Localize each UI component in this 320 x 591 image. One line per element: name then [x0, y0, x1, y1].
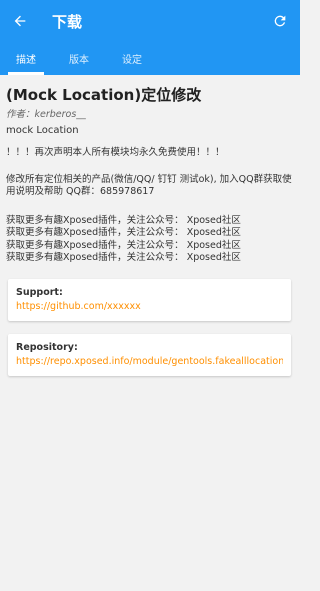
- author-name: kerberos__: [34, 109, 86, 120]
- page-title: 下载: [52, 13, 83, 31]
- app-bar: 下载 描述 版本 设定: [0, 0, 300, 75]
- tab-bar: 描述 版本 设定: [0, 42, 300, 75]
- promo-block: 获取更多有趣Xposed插件，关注公众号： Xposed社区 获取更多有趣Xpo…: [6, 215, 293, 265]
- repository-link[interactable]: https://repo.xposed.info/module/gentools…: [16, 356, 283, 367]
- back-button[interactable]: [6, 7, 34, 35]
- support-card: Support: https://github.com/xxxxxx: [8, 278, 291, 321]
- tab-versions[interactable]: 版本: [69, 42, 89, 75]
- tab-description[interactable]: 描述: [8, 42, 44, 75]
- promo-line: 获取更多有趣Xposed插件，关注公众号： Xposed社区: [6, 227, 241, 238]
- promo-line: 获取更多有趣Xposed插件，关注公众号： Xposed社区: [6, 252, 241, 263]
- tab-label: 描述: [16, 55, 36, 66]
- toolbar: 下载: [0, 0, 300, 42]
- support-link[interactable]: https://github.com/xxxxxx: [16, 301, 283, 312]
- author-prefix: 作者：: [6, 109, 35, 120]
- module-package: mock Location: [6, 125, 79, 136]
- tab-indicator: [8, 72, 44, 75]
- refresh-button[interactable]: [266, 7, 294, 35]
- promo-line: 获取更多有趣Xposed插件，关注公众号： Xposed社区: [6, 214, 241, 226]
- tab-settings[interactable]: 设定: [122, 42, 142, 75]
- support-label: Support:: [16, 286, 63, 298]
- tab-label: 版本: [69, 55, 89, 66]
- tab-label: 设定: [122, 55, 142, 66]
- description-content: (Mock Location)定位修改 作者：kerberos__ mock L…: [0, 75, 300, 376]
- refresh-icon: [274, 15, 286, 27]
- repository-card: Repository: https://repo.xposed.info/mod…: [8, 333, 291, 376]
- module-title: (Mock Location)定位修改: [6, 86, 202, 104]
- repository-label: Repository:: [16, 341, 78, 353]
- description-notice: ！！！再次声明本人所有模块均永久免费使用！！！: [6, 147, 225, 158]
- description-body: 修改所有定位相关的产品(微信/QQ/ 钉钉 测试ok), 加入QQ群获取使用说明…: [6, 173, 292, 198]
- promo-line: 获取更多有趣Xposed插件，关注公众号： Xposed社区: [6, 239, 241, 251]
- author-row: 作者：kerberos__: [6, 106, 293, 120]
- arrow-left-icon: [14, 15, 26, 27]
